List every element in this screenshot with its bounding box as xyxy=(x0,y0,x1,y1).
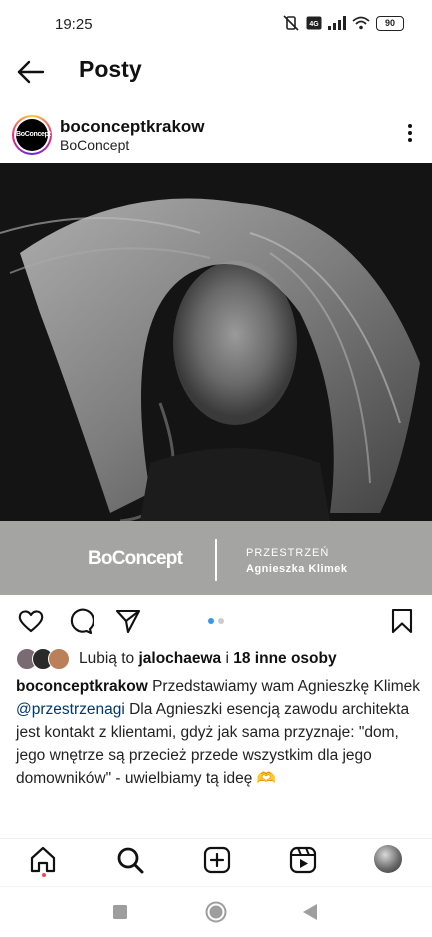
bottom-nav xyxy=(0,838,432,883)
arrow-left-icon xyxy=(17,60,45,84)
heart-icon xyxy=(18,610,44,633)
nav-search[interactable] xyxy=(115,845,145,875)
post-actions xyxy=(0,603,432,639)
home-icon xyxy=(30,846,56,873)
square-icon xyxy=(113,905,127,919)
system-nav-bar xyxy=(0,886,432,937)
status-icons: 4G 90 xyxy=(282,15,404,31)
home-system-button[interactable] xyxy=(205,901,227,928)
liker-username[interactable]: jalochaewa xyxy=(138,650,221,667)
likes-others[interactable]: 18 inne osoby xyxy=(233,650,336,667)
portrait-photo xyxy=(0,163,432,521)
signal-icon xyxy=(328,16,346,30)
page-title: Posty xyxy=(79,56,142,82)
liker-avatar xyxy=(48,648,70,670)
recent-apps-button[interactable] xyxy=(113,905,127,924)
bookmark-icon xyxy=(391,608,413,634)
nav-reels[interactable] xyxy=(288,845,318,875)
triangle-back-icon xyxy=(303,904,317,920)
comment-icon xyxy=(70,608,95,635)
carousel-dot-active xyxy=(208,618,214,624)
nav-create[interactable] xyxy=(202,845,232,875)
back-system-button[interactable] xyxy=(302,903,318,926)
carousel-indicator xyxy=(208,618,224,624)
volte-icon: 4G xyxy=(306,16,322,30)
post-header: BoConcept boconceptkrakow BoConcept xyxy=(0,112,432,158)
post-image[interactable] xyxy=(0,163,432,521)
banner-logo: BoConcept xyxy=(88,548,183,569)
liker-avatars xyxy=(16,648,70,670)
status-time: 19:25 xyxy=(55,16,93,33)
search-icon xyxy=(117,847,144,874)
share-button[interactable] xyxy=(114,607,142,635)
create-icon xyxy=(203,846,231,874)
battery-icon: 90 xyxy=(376,15,404,31)
post-author-avatar[interactable]: BoConcept xyxy=(12,115,52,155)
save-button[interactable] xyxy=(388,607,416,635)
comment-button[interactable] xyxy=(66,607,95,635)
profile-avatar xyxy=(374,845,402,873)
notification-dot xyxy=(42,873,46,877)
nav-profile[interactable] xyxy=(374,845,404,875)
circle-icon xyxy=(205,901,227,923)
likes-summary[interactable]: Lubią to jalochaewa i 18 inne osoby xyxy=(16,648,426,670)
post-caption: boconceptkrakow Przedstawiamy wam Agnies… xyxy=(16,678,420,787)
avatar-logo: BoConcept xyxy=(16,119,51,151)
caption-mention[interactable]: @przestrzenagi xyxy=(16,701,125,718)
banner-divider xyxy=(215,539,217,581)
banner-subtitle: Agnieszka Klimek xyxy=(246,563,348,575)
caption-author[interactable]: boconceptkrakow xyxy=(16,678,148,695)
more-vertical-icon xyxy=(406,124,414,142)
likes-text: Lubią to jalochaewa i 18 inne osoby xyxy=(79,650,337,667)
more-options-button[interactable] xyxy=(406,124,414,146)
reels-icon xyxy=(289,846,317,874)
svg-text:4G: 4G xyxy=(309,21,319,28)
nav-home[interactable] xyxy=(28,845,58,875)
post-username[interactable]: boconceptkrakow xyxy=(60,117,205,137)
banner-title: PRZESTRZEŃ xyxy=(246,547,330,559)
brand-banner: BoConcept PRZESTRZEŃ Agnieszka Klimek xyxy=(0,521,432,595)
vibrate-off-icon xyxy=(283,15,299,31)
top-bar: Posty xyxy=(0,50,432,94)
carousel-dot xyxy=(218,618,224,624)
status-bar: 19:25 4G 90 xyxy=(0,0,432,50)
post-subtitle: BoConcept xyxy=(60,137,130,153)
send-icon xyxy=(115,609,141,634)
wifi-icon xyxy=(352,16,370,30)
back-button[interactable] xyxy=(16,58,46,86)
like-button[interactable] xyxy=(17,607,45,635)
